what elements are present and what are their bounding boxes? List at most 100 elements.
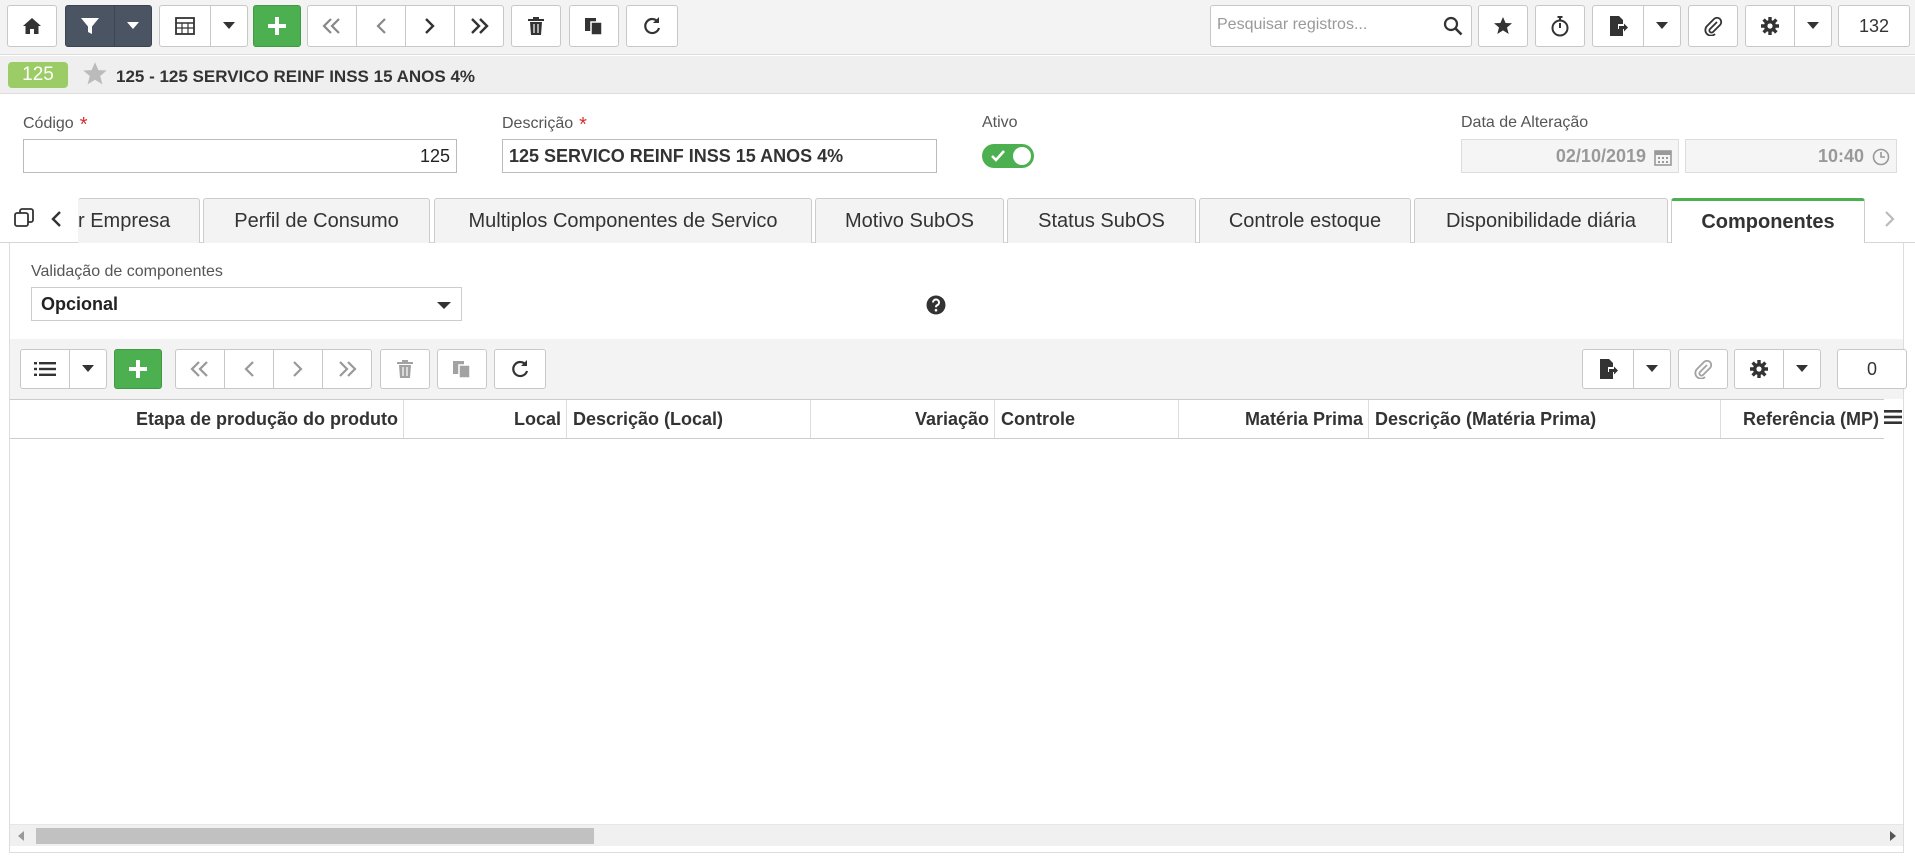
main-toolbar: 132 [0, 0, 1915, 55]
add-record-button[interactable] [253, 5, 301, 47]
grid-delete-button[interactable] [380, 349, 430, 389]
file-export-icon [1610, 16, 1628, 36]
caret-down-icon [1656, 22, 1668, 29]
tab-perfil-consumo[interactable]: Perfil de Consumo [203, 198, 430, 243]
column-header-descricao-mp[interactable]: Descrição (Matéria Prima) [1369, 400, 1721, 438]
column-header-variacao[interactable]: Variação [811, 400, 995, 438]
ativo-toggle[interactable] [982, 144, 1034, 168]
scroll-right-arrow-icon[interactable] [1890, 831, 1896, 841]
codigo-input[interactable]: 125 [23, 139, 457, 173]
export-dropdown-button[interactable] [1643, 5, 1681, 47]
search-icon[interactable] [1443, 16, 1463, 36]
timer-button[interactable] [1535, 5, 1585, 47]
export-button[interactable] [1592, 5, 1644, 47]
table-icon [175, 17, 195, 35]
grid-export-button[interactable] [1582, 349, 1634, 389]
codigo-label: Código * [23, 114, 88, 136]
caret-down-icon [127, 22, 139, 29]
caret-down-icon [1796, 365, 1808, 372]
data-alteracao-date-input: 02/10/2019 [1461, 139, 1679, 173]
tab-scroll-left-icon[interactable] [50, 210, 62, 228]
column-menu-icon[interactable] [1884, 408, 1902, 426]
descricao-input[interactable]: 125 SERVICO REINF INSS 15 ANOS 4% [502, 139, 937, 173]
record-title: 125 - 125 SERVICO REINF INSS 15 ANOS 4% [116, 67, 476, 86]
grid-add-button[interactable] [114, 349, 162, 389]
help-icon[interactable] [926, 295, 946, 315]
column-header-materia-prima[interactable]: Matéria Prima [1179, 400, 1369, 438]
tab-bar: r Empresa Perfil de Consumo Multiplos Co… [0, 196, 1915, 244]
delete-record-button[interactable] [511, 5, 561, 47]
favorite-button[interactable] [1478, 5, 1528, 47]
filter-dropdown-button[interactable] [114, 5, 152, 47]
copy-record-button[interactable] [569, 5, 619, 47]
grid-attachments-button[interactable] [1678, 349, 1728, 389]
grid-list-dropdown-button[interactable] [69, 349, 107, 389]
record-badge: 125 [8, 62, 68, 88]
grid-first-button[interactable] [175, 349, 225, 389]
double-chevron-left-icon [190, 361, 208, 377]
search-input[interactable] [1217, 16, 1437, 34]
tab-empresa[interactable]: r Empresa [78, 198, 200, 243]
grid-refresh-button[interactable] [494, 349, 546, 389]
settings-dropdown-button[interactable] [1794, 5, 1832, 47]
horizontal-scrollbar[interactable] [10, 824, 1903, 846]
record-title-bar: 125 125 - 125 SERVICO REINF INSS 15 ANOS… [0, 56, 1915, 94]
previous-record-button[interactable] [356, 5, 406, 47]
paperclip-icon [1694, 359, 1713, 379]
plus-icon [129, 360, 147, 378]
required-mark: * [79, 114, 88, 136]
tab-motivo-subos[interactable]: Motivo SubOS [815, 198, 1004, 243]
next-record-button[interactable] [405, 5, 455, 47]
star-icon[interactable] [82, 61, 108, 87]
refresh-button[interactable] [626, 5, 678, 47]
window-copy-icon[interactable] [14, 208, 34, 228]
grid-last-button[interactable] [322, 349, 372, 389]
chevron-left-icon [376, 18, 386, 34]
column-header-referencia-mp[interactable]: Referência (MP) [1721, 400, 1884, 438]
tab-multiplos-componentes[interactable]: Multiplos Componentes de Servico [434, 198, 812, 243]
home-button[interactable] [7, 5, 57, 47]
componentes-panel [9, 243, 1904, 853]
tab-scroll-right-icon[interactable] [1884, 210, 1896, 228]
grid-view-button[interactable] [159, 5, 211, 47]
grid-header: Etapa de produção do produto Local Descr… [10, 399, 1884, 439]
column-header-descricao-local[interactable]: Descrição (Local) [567, 400, 811, 438]
star-icon [1494, 17, 1512, 34]
tab-controle-estoque[interactable]: Controle estoque [1199, 198, 1411, 243]
tab-componentes[interactable]: Componentes [1671, 198, 1865, 244]
search-box [1210, 5, 1472, 47]
trash-icon [528, 17, 544, 35]
trash-icon [397, 360, 413, 378]
tab-status-subos[interactable]: Status SubOS [1007, 198, 1196, 243]
settings-button[interactable] [1745, 5, 1795, 47]
last-record-button[interactable] [454, 5, 504, 47]
filter-button[interactable] [65, 5, 115, 47]
data-alteracao-time-input: 10:40 [1685, 139, 1897, 173]
file-export-icon [1600, 359, 1618, 379]
grid-next-button[interactable] [273, 349, 323, 389]
chevron-right-icon [425, 18, 435, 34]
column-header-local[interactable]: Local [404, 400, 567, 438]
grid-list-button[interactable] [20, 349, 70, 389]
scroll-left-arrow-icon[interactable] [18, 831, 24, 841]
grid-settings-dropdown-button[interactable] [1783, 349, 1821, 389]
attachments-button[interactable] [1688, 5, 1738, 47]
validacao-select[interactable]: Opcional [31, 287, 462, 321]
column-header-controle[interactable]: Controle [995, 400, 1179, 438]
grid-toolbar: 0 [10, 339, 1907, 399]
caret-down-icon [82, 365, 94, 372]
tab-disponibilidade-diaria[interactable]: Disponibilidade diária [1414, 198, 1668, 243]
grid-settings-button[interactable] [1734, 349, 1784, 389]
grid-view-dropdown-button[interactable] [210, 5, 248, 47]
column-header-etapa[interactable]: Etapa de produção do produto [10, 400, 404, 438]
grid-copy-button[interactable] [437, 349, 487, 389]
grid-export-dropdown-button[interactable] [1633, 349, 1671, 389]
data-alteracao-time: 10:40 [1817, 145, 1864, 166]
gear-icon [1750, 360, 1768, 378]
descricao-label: Descrição * [502, 114, 587, 136]
first-record-button[interactable] [307, 5, 357, 47]
grid-previous-button[interactable] [224, 349, 274, 389]
chevron-left-icon [244, 361, 254, 377]
scrollbar-thumb[interactable] [36, 828, 594, 844]
validacao-label: Validação de componentes [31, 263, 223, 280]
